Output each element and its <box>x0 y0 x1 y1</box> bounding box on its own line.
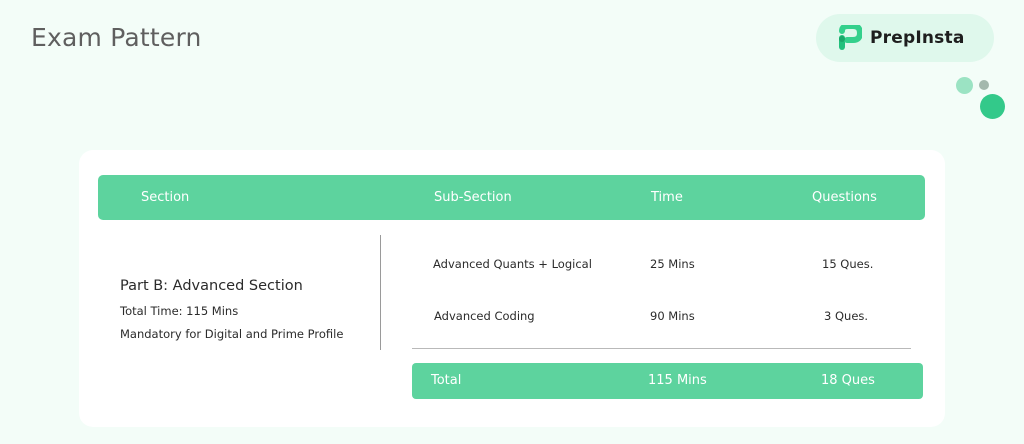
decorative-circle-green <box>980 94 1005 119</box>
section-name: Part B: Advanced Section <box>120 278 303 294</box>
page-title: Exam Pattern <box>31 23 202 52</box>
total-row: Total 115 Mins 18 Ques <box>412 363 923 399</box>
horizontal-divider <box>412 348 911 349</box>
header-time: Time <box>651 190 683 205</box>
total-time: 115 Mins <box>648 373 707 388</box>
decorative-circle-grey <box>979 80 989 90</box>
header-sub-section: Sub-Section <box>434 190 512 205</box>
section-total-time: Total Time: 115 Mins <box>120 304 239 318</box>
row-questions: 3 Ques. <box>824 309 869 323</box>
total-questions: 18 Ques <box>821 373 875 388</box>
section-note: Mandatory for Digital and Prime Profile <box>120 327 344 341</box>
table-header: Section Sub-Section Time Questions <box>98 175 925 220</box>
row-sub-section: Advanced Coding <box>434 309 535 323</box>
logo-text: PrepInsta <box>870 28 965 48</box>
prepinsta-logo[interactable]: PrepInsta <box>816 14 994 62</box>
row-time: 25 Mins <box>650 257 695 271</box>
header-section: Section <box>141 190 190 205</box>
row-time: 90 Mins <box>650 309 695 323</box>
prepinsta-logo-icon <box>839 25 862 50</box>
header-questions: Questions <box>812 190 877 205</box>
total-label: Total <box>431 373 462 388</box>
vertical-divider <box>380 235 381 350</box>
decorative-circle-light <box>956 77 973 94</box>
row-questions: 15 Ques. <box>822 257 874 271</box>
row-sub-section: Advanced Quants + Logical <box>433 257 592 271</box>
